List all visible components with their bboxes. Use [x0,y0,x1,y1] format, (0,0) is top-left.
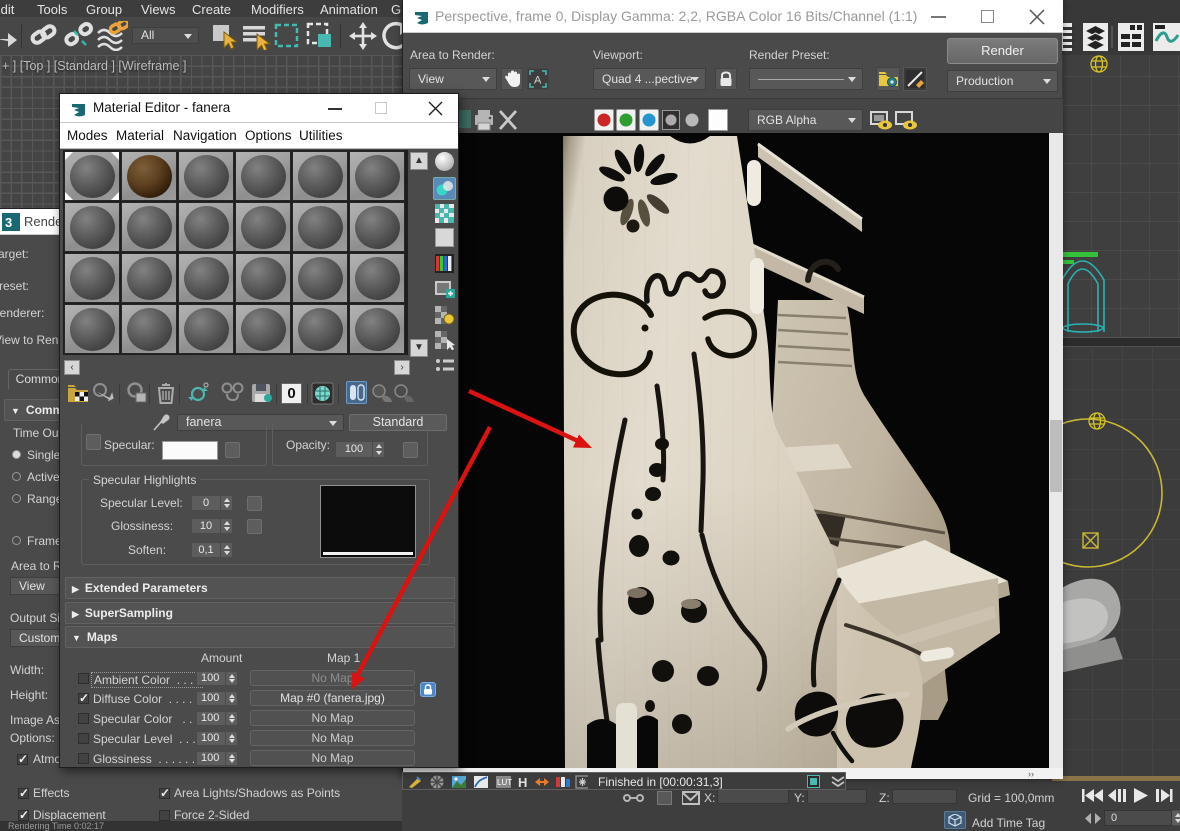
svg-text:A: A [534,75,542,87]
svg-text:LUT: LUT [497,778,512,787]
svg-text:H: H [518,775,527,789]
svg-text:3: 3 [5,215,12,230]
